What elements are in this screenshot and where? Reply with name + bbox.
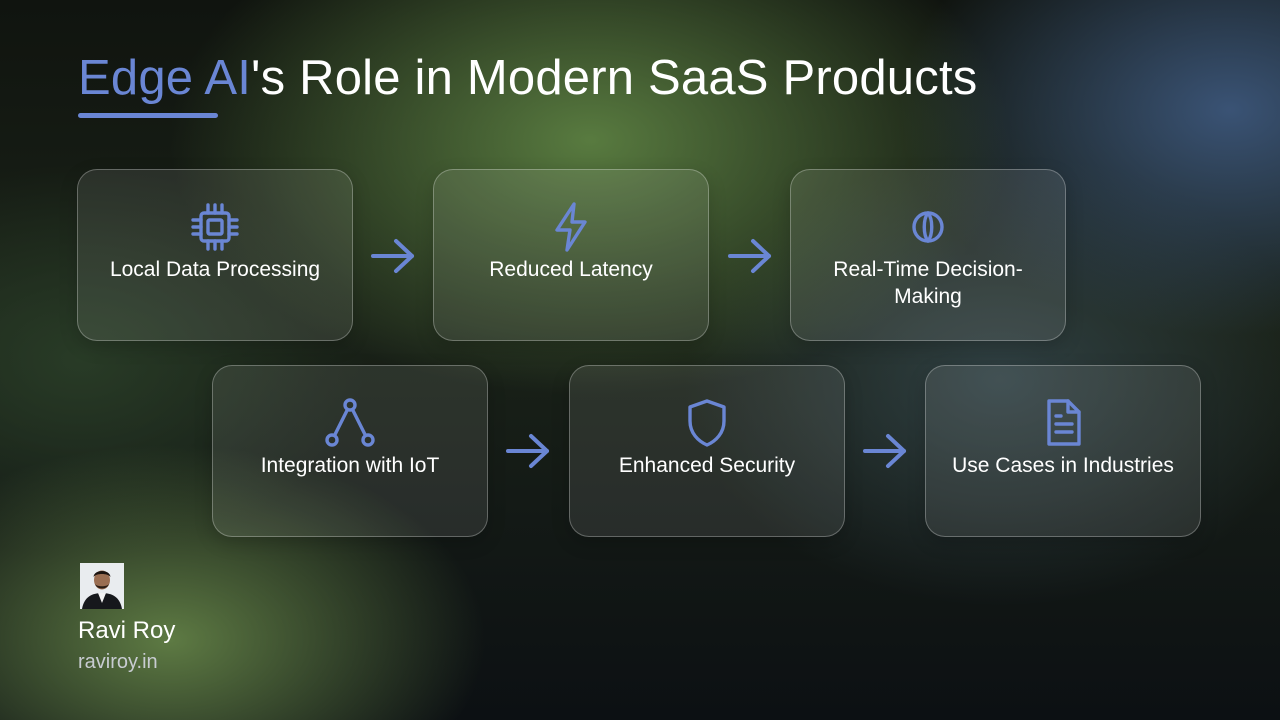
step-label: Enhanced Security [618, 454, 796, 477]
step-label: Integration with IoT [260, 454, 440, 477]
avatar [80, 563, 124, 609]
document-icon [1036, 396, 1090, 450]
step-label: Local Data Processing [109, 258, 321, 281]
title-rest: 's Role in Modern SaaS Products [251, 51, 978, 105]
shield-icon [680, 396, 734, 450]
title-accent: Edge AI [78, 51, 252, 105]
arrow-right-icon [371, 239, 414, 273]
author-name: Ravi Roy [78, 617, 176, 644]
step-card-real-time-decision-making: Real-Time Decision-Making [790, 169, 1066, 341]
cpu-chip-icon [188, 200, 242, 254]
arrow-right-icon [728, 239, 771, 273]
step-card-use-cases-in-industries: Use Cases in Industries [925, 365, 1201, 537]
step-label: Use Cases in Industries [952, 454, 1174, 477]
author-website: raviroy.in [78, 651, 158, 673]
step-card-integration-with-iot: Integration with IoT [212, 365, 488, 537]
page-title: Edge AI's Role in Modern SaaS Products [78, 48, 977, 108]
step-label: Real-Time Decision-Making [833, 258, 1023, 308]
arrow-right-icon [506, 434, 549, 468]
lightning-bolt-icon [544, 200, 598, 254]
brain-icon [901, 200, 955, 254]
step-label: Reduced Latency [489, 258, 653, 281]
network-nodes-icon [323, 396, 377, 450]
step-card-local-data-processing: Local Data Processing [77, 169, 353, 341]
step-card-enhanced-security: Enhanced Security [569, 365, 845, 537]
title-underline [78, 113, 218, 118]
step-card-reduced-latency: Reduced Latency [433, 169, 709, 341]
arrow-right-icon [863, 434, 906, 468]
